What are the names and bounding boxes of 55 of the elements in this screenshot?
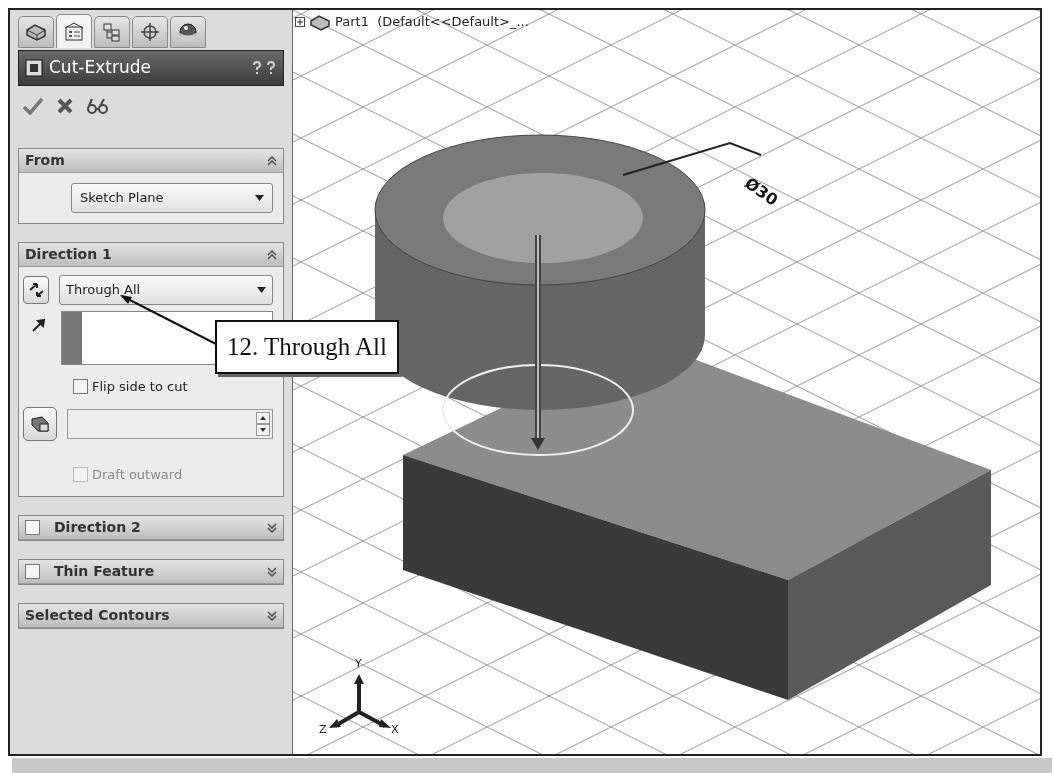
block-icon (30, 414, 50, 433)
panel-tab[interactable] (56, 14, 92, 48)
collapse-icon[interactable] (267, 154, 277, 167)
feature-tree-label[interactable]: Part1 (Default<<Default>_... (335, 12, 529, 32)
panel-tab[interactable] (170, 16, 206, 48)
collapse-icon[interactable] (267, 248, 277, 261)
caret-icon (257, 287, 266, 293)
crosshair-icon (140, 22, 160, 42)
section-title: Selected Contours (25, 606, 170, 625)
block-icon (309, 12, 331, 31)
section-title: Direction 1 (25, 245, 112, 264)
block-icon (25, 22, 47, 42)
tree-icon (102, 22, 122, 42)
reverse-direction-button[interactable] (23, 276, 49, 304)
axis-label: Z (319, 722, 327, 738)
section-header[interactable]: Selected Contours (19, 604, 283, 628)
panel-tab[interactable] (18, 16, 54, 48)
property-sheet-icon (64, 21, 84, 42)
dropdown[interactable]: Through All (59, 275, 273, 305)
section-header[interactable]: Direction 1 (19, 243, 283, 267)
dropdown[interactable]: Sketch Plane (71, 183, 273, 213)
expand-icon[interactable] (267, 521, 277, 534)
dimension-label: Ø30 (740, 172, 783, 212)
check-icon[interactable] (22, 97, 44, 115)
close-icon[interactable] (56, 97, 74, 115)
section-header[interactable]: Thin Feature (19, 560, 283, 584)
spin-field[interactable] (67, 408, 273, 439)
expand-icon[interactable] (295, 16, 305, 27)
expand-icon[interactable] (267, 565, 277, 578)
expand-icon[interactable] (267, 609, 277, 622)
checkbox[interactable] (25, 564, 40, 579)
sphere-icon (178, 22, 198, 42)
draft-button[interactable] (23, 406, 57, 441)
checkbox[interactable] (25, 520, 40, 535)
panel-tab[interactable] (132, 16, 168, 48)
opposite-arrows-icon (27, 281, 45, 299)
section-header[interactable]: Direction 2 (19, 516, 283, 540)
caret-icon (255, 195, 264, 201)
panel-title: Cut-Extrude (49, 56, 151, 80)
section-title: From (25, 151, 65, 170)
arrow-icon (31, 317, 47, 333)
axis-label: X (391, 722, 399, 738)
panel-tab[interactable] (94, 16, 130, 48)
checkbox-label: Flip side to cut (92, 378, 188, 396)
checkbox-label: Draft outward (92, 465, 183, 484)
spinner-icon (256, 411, 270, 436)
checkbox[interactable] (73, 379, 88, 395)
glasses-icon[interactable] (86, 97, 110, 115)
axis-label: Y (355, 656, 362, 672)
cut-extrude-icon (25, 59, 43, 77)
section-header[interactable]: From (19, 149, 283, 173)
callout-tooltip: 12. Through All (215, 320, 399, 374)
help-icon[interactable] (251, 60, 277, 76)
section-title: Thin Feature (54, 562, 155, 581)
section-title: Direction 2 (54, 518, 141, 537)
